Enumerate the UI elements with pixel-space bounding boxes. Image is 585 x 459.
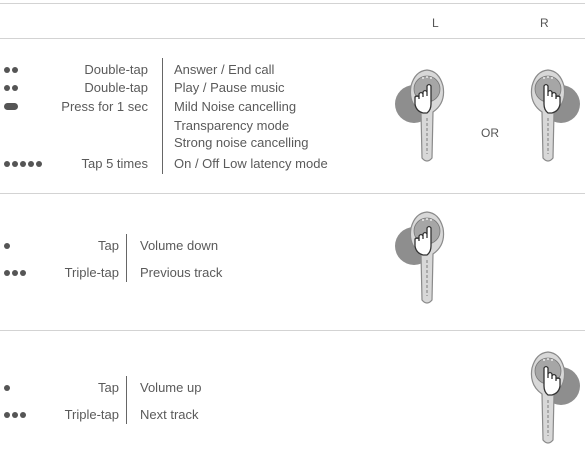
column-separator <box>162 58 163 174</box>
five-tap-dots <box>4 156 42 171</box>
section-divider <box>0 330 585 331</box>
action-text: Strong noise cancelling <box>174 135 309 150</box>
gesture-label: Triple-tap <box>64 265 119 280</box>
column-separator <box>126 376 127 424</box>
top-rule <box>0 3 585 4</box>
column-header-right: R <box>540 16 549 30</box>
gesture-label: Double-tap <box>84 80 148 95</box>
single-tap-dot <box>4 380 10 395</box>
gesture-label: Tap 5 times <box>81 156 148 171</box>
gesture-label: Press for 1 sec <box>61 99 148 114</box>
header-divider <box>0 38 585 39</box>
action-text: Next track <box>140 407 199 422</box>
single-tap-dot <box>4 238 10 253</box>
action-text: Answer / End call <box>174 62 275 77</box>
press-hold-indicator <box>4 99 18 114</box>
action-text: Play / Pause music <box>174 80 285 95</box>
gesture-label: Tap <box>98 380 119 395</box>
gesture-label: Tap <box>98 238 119 253</box>
earbud-right-icon <box>530 69 581 162</box>
double-tap-dots <box>4 62 18 77</box>
action-text: Volume down <box>140 238 219 253</box>
column-header-left: L <box>432 16 439 30</box>
triple-tap-dots <box>4 265 26 280</box>
double-tap-dots <box>4 80 18 95</box>
gesture-label: Triple-tap <box>64 407 119 422</box>
earbud-right-icon <box>530 351 581 444</box>
action-text: Mild Noise cancelling <box>174 99 297 114</box>
column-separator <box>126 234 127 282</box>
earbud-left-icon <box>394 211 445 304</box>
triple-tap-dots <box>4 407 26 422</box>
action-text: Volume up <box>140 380 202 395</box>
action-text: Transparency mode <box>174 118 290 133</box>
or-label: OR <box>481 126 499 140</box>
section-divider <box>0 193 585 194</box>
action-text: Previous track <box>140 265 223 280</box>
action-text: On / Off Low latency mode <box>174 156 328 171</box>
gesture-label: Double-tap <box>84 62 148 77</box>
earbud-left-icon <box>394 69 445 162</box>
